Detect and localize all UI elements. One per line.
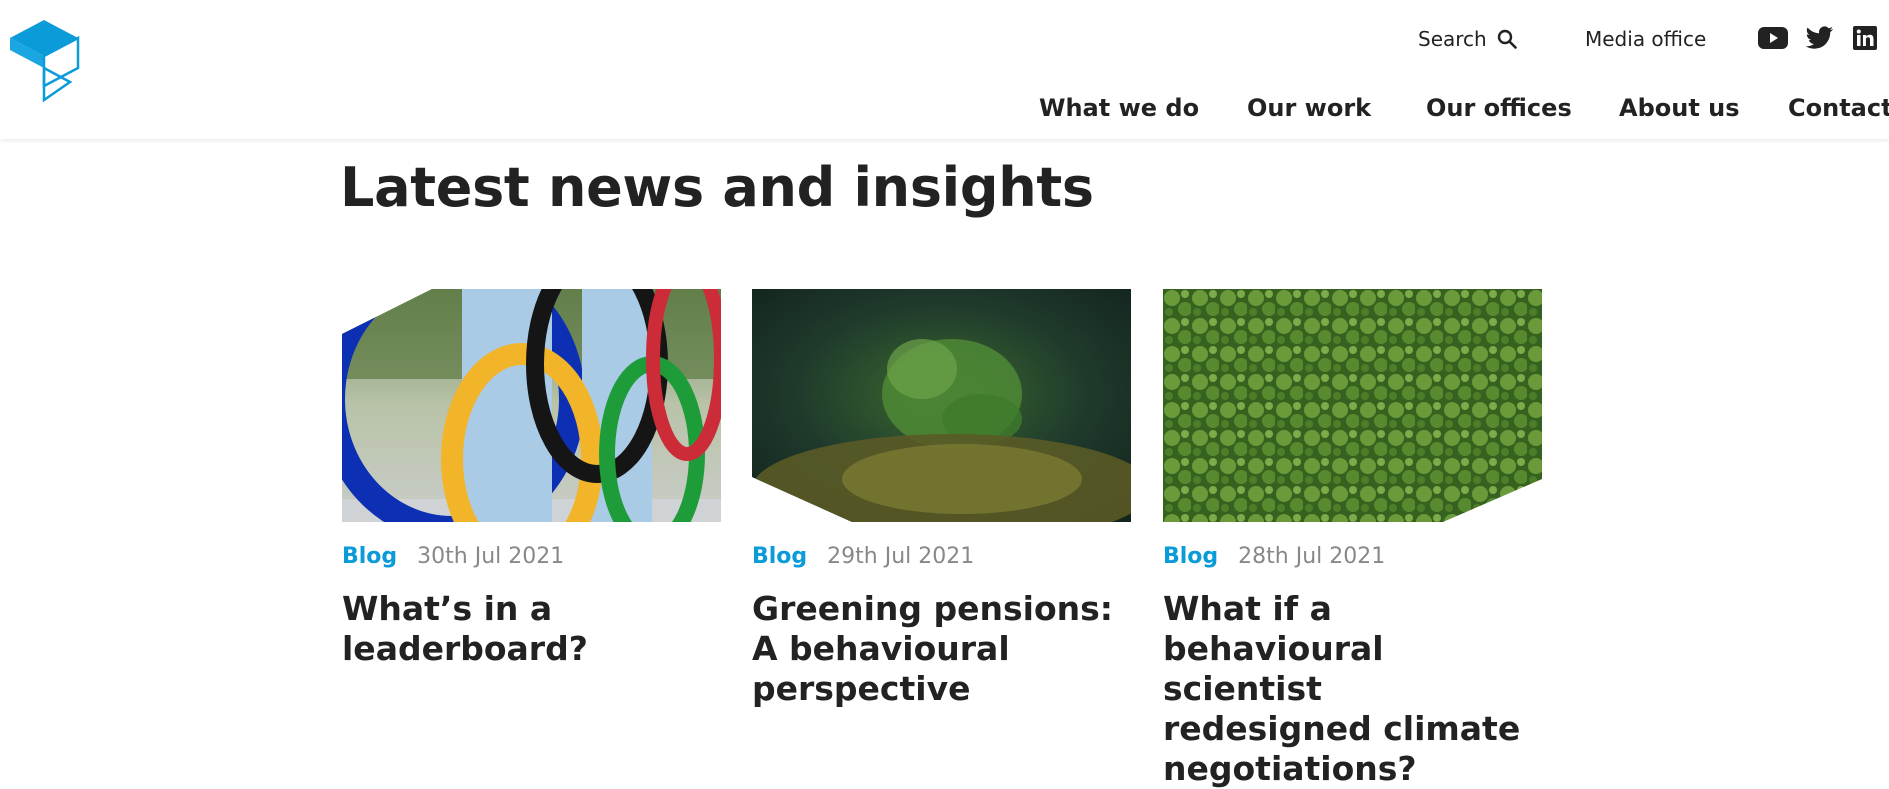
- nav-about-us[interactable]: About us: [1619, 94, 1740, 122]
- logo[interactable]: [8, 20, 80, 103]
- olympic-rings-image: [342, 289, 721, 522]
- card-meta: Blog 30th Jul 2021: [342, 544, 721, 569]
- nav-our-offices[interactable]: Our offices: [1426, 94, 1572, 122]
- news-card[interactable]: Blog 29th Jul 2021 Greening pensions: A …: [752, 289, 1131, 709]
- search-button[interactable]: Search: [1418, 24, 1517, 54]
- news-card[interactable]: Blog 28th Jul 2021 What if a behavioural…: [1163, 289, 1542, 789]
- main-content: Latest news and insights Blog 30th Jul 2…: [0, 139, 1889, 788]
- site-header: Search Media office What we do Our work …: [0, 0, 1889, 139]
- nav-what-we-do[interactable]: What we do: [1039, 94, 1199, 122]
- card-date: 30th Jul 2021: [417, 544, 565, 569]
- search-icon: [1497, 29, 1517, 49]
- linkedin-icon[interactable]: [1850, 23, 1880, 53]
- card-date: 28th Jul 2021: [1238, 544, 1386, 569]
- card-type-tag[interactable]: Blog: [342, 544, 397, 569]
- media-office-link[interactable]: Media office: [1585, 24, 1706, 54]
- youtube-icon[interactable]: [1758, 23, 1788, 53]
- card-type-tag[interactable]: Blog: [752, 544, 807, 569]
- card-title[interactable]: What if a behavioural scientist redesign…: [1163, 589, 1542, 789]
- card-type-tag[interactable]: Blog: [1163, 544, 1218, 569]
- card-date: 29th Jul 2021: [827, 544, 975, 569]
- forest-aerial-image: [1163, 289, 1542, 522]
- nav-our-work[interactable]: Our work: [1247, 94, 1371, 122]
- card-meta: Blog 28th Jul 2021: [1163, 544, 1542, 569]
- card-meta: Blog 29th Jul 2021: [752, 544, 1131, 569]
- search-label: Search: [1418, 27, 1487, 51]
- nav-contact[interactable]: Contact: [1788, 94, 1889, 122]
- news-card[interactable]: Blog 30th Jul 2021 What’s in a leaderboa…: [342, 289, 721, 669]
- twitter-icon[interactable]: [1805, 23, 1835, 53]
- card-title[interactable]: Greening pensions: A behavioural perspec…: [752, 589, 1131, 709]
- card-title[interactable]: What’s in a leaderboard?: [342, 589, 721, 669]
- sapling-moss-image: [752, 289, 1131, 522]
- page-title: Latest news and insights: [340, 156, 1094, 219]
